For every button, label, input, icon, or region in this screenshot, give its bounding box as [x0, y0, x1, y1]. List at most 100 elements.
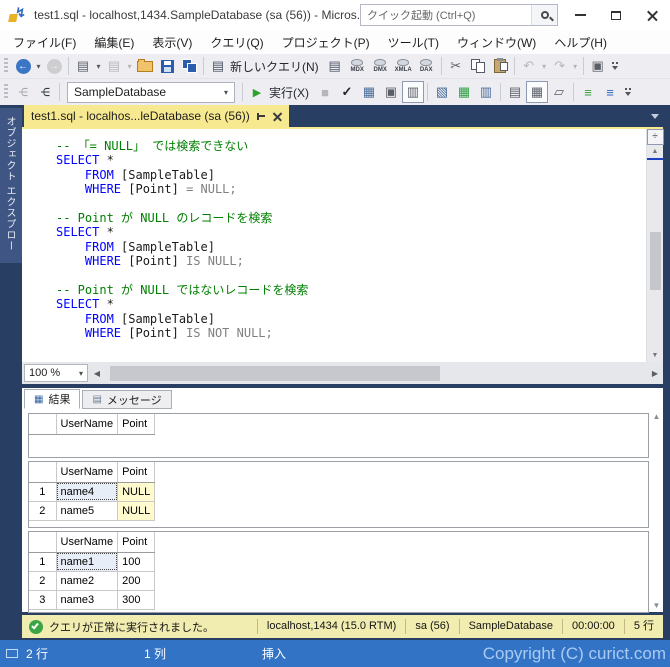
intellisense-icon[interactable]: ▥: [402, 81, 424, 103]
column-header[interactable]: Point: [117, 462, 156, 483]
grid-cell[interactable]: NULL: [117, 500, 156, 521]
new-query-icon[interactable]: ▤: [207, 55, 229, 77]
horizontal-scrollbar-thumb[interactable]: [110, 365, 440, 381]
results-to-grid-icon[interactable]: ▦: [526, 81, 548, 103]
nav-back-caret[interactable]: ▾: [34, 62, 43, 71]
tab-messages[interactable]: ▤ メッセージ: [82, 390, 172, 409]
database-engine-query-icon[interactable]: ▤: [324, 55, 346, 77]
template-params-icon[interactable]: ▧: [431, 81, 453, 103]
indent-icon[interactable]: ≡: [599, 81, 621, 103]
redo-icon[interactable]: ↷: [549, 55, 571, 77]
row-number[interactable]: 3: [29, 589, 57, 610]
results-to-text-icon[interactable]: ▤: [504, 81, 526, 103]
redo-caret[interactable]: ▾: [571, 62, 580, 71]
execute-icon[interactable]: ▶: [246, 81, 268, 103]
scrollbar-thumb[interactable]: [649, 231, 661, 290]
row-number[interactable]: 1: [29, 481, 57, 502]
quick-launch-input[interactable]: クイック起動 (Ctrl+Q): [360, 4, 558, 26]
sql-editor[interactable]: -- 「= NULL」 では検索できない SELECT * FROM [Sampl…: [22, 129, 664, 362]
parse-icon[interactable]: ✓: [336, 81, 358, 103]
toolbar2-options-button[interactable]: [621, 81, 634, 103]
corner-cell[interactable]: [29, 532, 57, 553]
undo-icon[interactable]: ↶: [518, 55, 540, 77]
column-header[interactable]: UserName: [55, 532, 119, 553]
results-scroll-down-icon[interactable]: ▼: [653, 601, 661, 610]
comment-icon[interactable]: ≡: [577, 81, 599, 103]
column-header[interactable]: Point: [117, 414, 156, 435]
scroll-right-icon[interactable]: ▶: [649, 369, 661, 378]
toolbar1-options-button[interactable]: [609, 55, 622, 77]
new-file-caret[interactable]: ▾: [94, 62, 103, 71]
sql-code[interactable]: -- 「= NULL」 では検索できない SELECT * FROM [Sampl…: [22, 129, 646, 362]
document-tab[interactable]: test1.sql - localhos...leDatabase (sa (5…: [24, 105, 289, 127]
tab-results[interactable]: ▦ 結果: [24, 389, 81, 409]
splitter-handle-icon[interactable]: ÷: [646, 129, 664, 145]
menu-view[interactable]: 表示(V): [143, 31, 201, 54]
horizontal-scrollbar-track[interactable]: [106, 365, 646, 381]
xmla-query-icon[interactable]: XMLA: [392, 55, 415, 77]
column-header[interactable]: UserName: [55, 462, 119, 483]
mdx-query-icon[interactable]: MDX: [346, 55, 369, 77]
tab-close-icon[interactable]: [272, 111, 282, 121]
corner-cell[interactable]: [29, 462, 57, 483]
menu-file[interactable]: ファイル(F): [4, 31, 85, 54]
paste-icon[interactable]: [489, 55, 511, 77]
add-item-icon[interactable]: ▤: [103, 55, 125, 77]
row-number[interactable]: 2: [29, 570, 57, 591]
pin-icon[interactable]: [256, 111, 266, 121]
close-button[interactable]: [634, 0, 670, 30]
scroll-left-icon[interactable]: ◀: [91, 369, 103, 378]
results-scrollbar[interactable]: ▲ ▼: [650, 412, 663, 610]
toolbar2-grip[interactable]: [4, 84, 8, 100]
toolbar1-grip[interactable]: [4, 58, 8, 74]
grid-cell[interactable]: name3: [55, 589, 119, 610]
database-combobox[interactable]: SampleDatabase ▾: [67, 81, 235, 103]
estimated-plan-icon[interactable]: ▦: [358, 81, 380, 103]
minimize-button[interactable]: [562, 0, 598, 30]
connect-icon[interactable]: Ψ: [12, 81, 34, 103]
scroll-down-icon[interactable]: ▼: [647, 349, 664, 362]
grid-cell[interactable]: name1: [55, 551, 119, 572]
dax-query-icon[interactable]: DAX: [415, 55, 438, 77]
save-all-icon[interactable]: [178, 55, 200, 77]
cancel-query-icon[interactable]: ■: [314, 81, 336, 103]
grid-cell[interactable]: name5: [55, 500, 119, 521]
cut-icon[interactable]: ✂: [445, 55, 467, 77]
grid-cell[interactable]: NULL: [117, 481, 156, 502]
nav-forward-icon[interactable]: →: [43, 55, 65, 77]
grid-cell[interactable]: name4: [55, 481, 119, 502]
tool-window-icon[interactable]: ▣: [587, 55, 609, 77]
open-file-icon[interactable]: [134, 55, 156, 77]
nav-back-icon[interactable]: ←: [12, 55, 34, 77]
tab-list-chevron-icon[interactable]: [651, 114, 659, 119]
menu-tools[interactable]: ツール(T): [379, 31, 448, 54]
grid-cell[interactable]: 100: [117, 551, 156, 572]
corner-cell[interactable]: [29, 414, 57, 435]
grid-cell[interactable]: name2: [55, 570, 119, 591]
row-number[interactable]: 2: [29, 500, 57, 521]
results-scroll-up-icon[interactable]: ▲: [653, 412, 661, 421]
zoom-combobox[interactable]: 100 % ▾: [24, 364, 88, 382]
actual-plan-icon[interactable]: ▦: [453, 81, 475, 103]
execute-button[interactable]: 実行(X): [268, 84, 314, 101]
grid-cell[interactable]: 300: [117, 589, 156, 610]
save-icon[interactable]: [156, 55, 178, 77]
copy-icon[interactable]: [467, 55, 489, 77]
column-header[interactable]: Point: [117, 532, 156, 553]
dmx-query-icon[interactable]: DMX: [369, 55, 392, 77]
menu-help[interactable]: ヘルプ(H): [545, 31, 616, 54]
menu-edit[interactable]: 編集(E): [85, 31, 143, 54]
column-header[interactable]: UserName: [55, 414, 119, 435]
undo-caret[interactable]: ▾: [540, 62, 549, 71]
scrollbar-track[interactable]: [647, 160, 664, 349]
menu-window[interactable]: ウィンドウ(W): [448, 31, 545, 54]
grid-cell[interactable]: 200: [117, 570, 156, 591]
scroll-up-icon[interactable]: ▲: [647, 145, 664, 158]
row-number[interactable]: 1: [29, 551, 57, 572]
search-icon[interactable]: [531, 5, 557, 25]
query-options-icon[interactable]: ▣: [380, 81, 402, 103]
new-file-icon[interactable]: ▤: [72, 55, 94, 77]
object-explorer-tab[interactable]: オブジェクト エクスプローラー: [0, 108, 22, 263]
add-item-caret[interactable]: ▾: [125, 62, 134, 71]
new-query-button[interactable]: 新しいクエリ(N): [229, 58, 324, 75]
